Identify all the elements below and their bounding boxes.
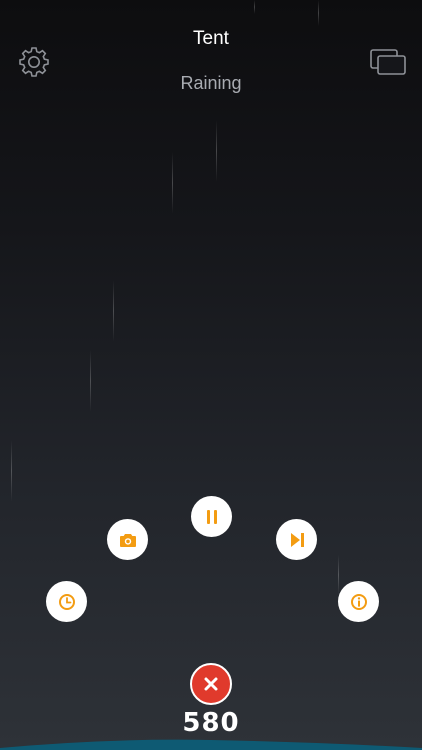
counter-value: 580 bbox=[182, 708, 240, 738]
screens-icon bbox=[370, 49, 406, 75]
timer-button[interactable] bbox=[46, 581, 87, 622]
screens-button[interactable] bbox=[368, 46, 408, 78]
rain-streak bbox=[338, 555, 339, 595]
settings-button[interactable] bbox=[16, 44, 52, 80]
rain-streak bbox=[318, 0, 319, 26]
skip-forward-icon bbox=[290, 532, 304, 547]
rain-streak bbox=[11, 440, 12, 502]
clock-icon bbox=[58, 593, 75, 610]
gear-icon bbox=[19, 47, 49, 77]
skip-forward-button[interactable] bbox=[276, 519, 317, 560]
info-icon bbox=[350, 593, 367, 610]
close-icon bbox=[204, 677, 218, 691]
pause-button[interactable] bbox=[191, 496, 232, 537]
stop-button[interactable] bbox=[190, 663, 232, 705]
rain-streak bbox=[216, 120, 217, 182]
rain-streak bbox=[254, 0, 255, 14]
camera-button[interactable] bbox=[107, 519, 148, 560]
rain-streak bbox=[172, 152, 173, 214]
camera-icon bbox=[119, 533, 136, 547]
bottom-wave bbox=[0, 739, 422, 750]
weather-status: Raining bbox=[180, 73, 242, 93]
rain-streak bbox=[90, 350, 91, 412]
info-button[interactable] bbox=[338, 581, 379, 622]
page-title: Tent bbox=[193, 28, 229, 49]
pause-icon bbox=[206, 509, 217, 524]
rain-streak bbox=[113, 280, 114, 342]
